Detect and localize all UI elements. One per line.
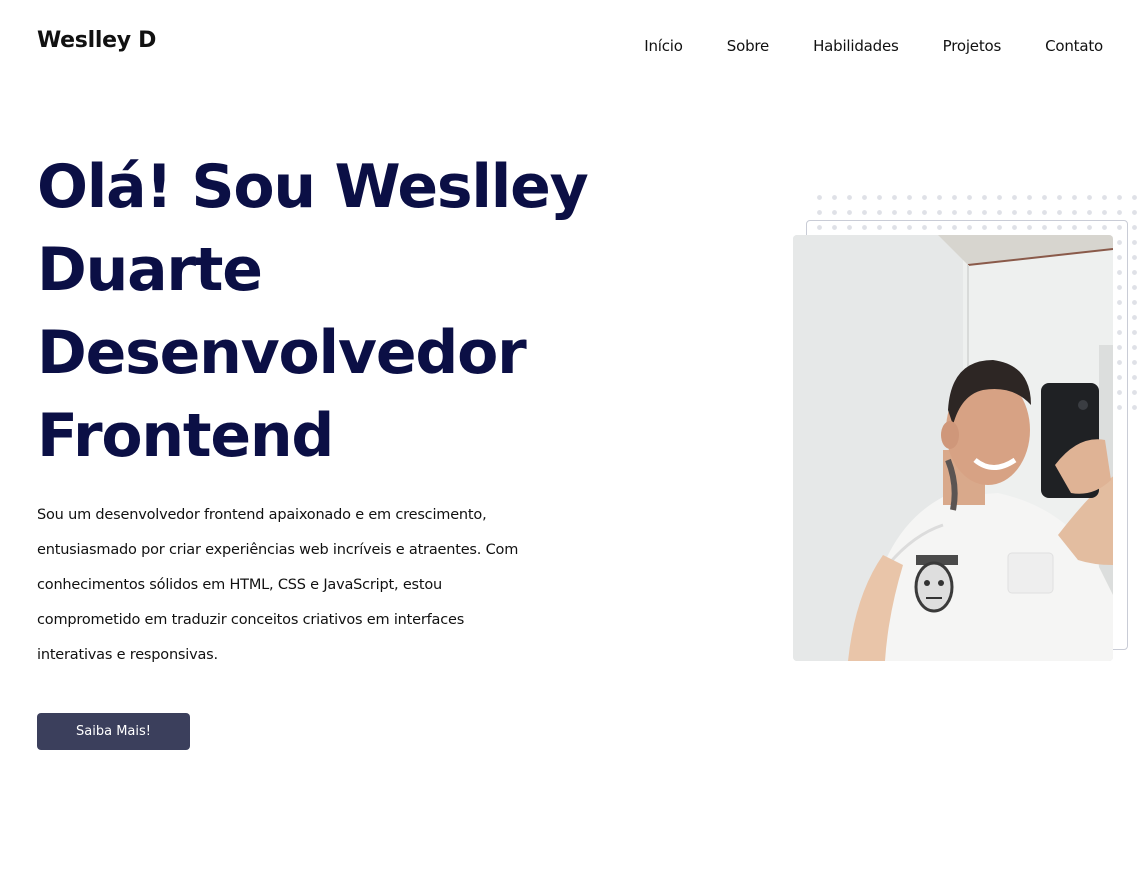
hero-title: Olá! Sou Weslley Duarte Desenvolvedor Fr… (37, 146, 657, 478)
profile-photo (793, 235, 1113, 661)
nav-link-sobre[interactable]: Sobre (727, 37, 769, 55)
hero-description-line: entusiasmado por criar experiências web … (37, 542, 519, 558)
hero-description-line: interativas e responsivas. (37, 647, 218, 663)
nav-link-contato[interactable]: Contato (1045, 37, 1103, 55)
hero-title-line: Frontend (37, 401, 334, 471)
hero-description-line: Sou um desenvolvedor frontend apaixonado… (37, 507, 487, 523)
nav-link-inicio[interactable]: Início (644, 37, 683, 55)
nav-link-habilidades[interactable]: Habilidades (813, 37, 899, 55)
hero-description-line: conhecimentos sólidos em HTML, CSS e Jav… (37, 577, 443, 593)
saiba-mais-button[interactable]: Saiba Mais! (37, 713, 190, 750)
hero-description-line: comprometido em traduzir conceitos criat… (37, 612, 465, 628)
hero-title-line: Desenvolvedor (37, 318, 527, 388)
nav-link-projetos[interactable]: Projetos (943, 37, 1002, 55)
site-logo[interactable]: Weslley D (37, 28, 156, 53)
hero-title-line: Duarte (37, 235, 263, 305)
main-nav: Início Sobre Habilidades Projetos Contat… (644, 37, 1103, 55)
hero-title-line: Olá! Sou Weslley (37, 152, 589, 222)
hero-description: Sou um desenvolvedor frontend apaixonado… (37, 498, 557, 673)
person-selfie-photo-icon (793, 235, 1113, 661)
